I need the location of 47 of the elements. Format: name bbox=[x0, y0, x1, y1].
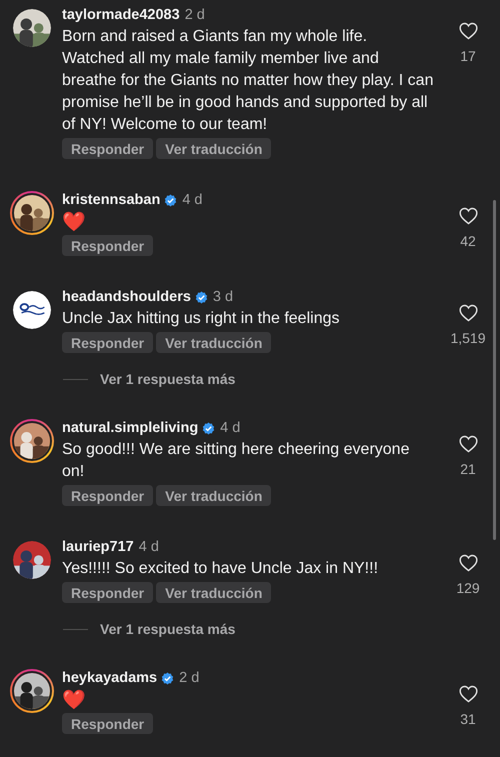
action-button[interactable]: Ver traducción bbox=[156, 485, 272, 506]
heart-icon[interactable] bbox=[458, 435, 478, 453]
comment-time: 2 d bbox=[184, 7, 205, 23]
view-replies-link[interactable]: Ver 1 respuesta más bbox=[100, 621, 236, 637]
action-button[interactable]: Ver traducción bbox=[156, 332, 272, 353]
comment-text: Uncle Jax hitting us right in the feelings bbox=[62, 309, 340, 329]
username[interactable]: natural.simpleliving bbox=[62, 420, 198, 436]
like-count: 129 bbox=[456, 580, 480, 596]
action-button[interactable]: Ver traducción bbox=[156, 138, 272, 159]
comment-text: ❤ bbox=[62, 689, 87, 711]
action-button[interactable]: Responder bbox=[62, 332, 154, 353]
logo-icon bbox=[13, 291, 51, 329]
story-ring[interactable] bbox=[10, 191, 54, 235]
like-count: 1,519 bbox=[450, 330, 486, 346]
comment-time: 4 d bbox=[220, 420, 240, 436]
comment-text: Yes!!!!! So excited to have Uncle Jax in NY!!! bbox=[62, 559, 380, 579]
comment-text: Born and raised a Giants fan my whole life. Watched all my male family member live and breathe for the Giants no matter how they play. I can promise he’ll be in good hands and supported by all of NY! Welcome to our team! bbox=[62, 27, 434, 135]
username[interactable]: lauriep717 bbox=[62, 539, 134, 555]
like-count: 31 bbox=[460, 711, 476, 727]
comment-time: 4 d bbox=[182, 192, 202, 208]
like-count: 17 bbox=[460, 48, 476, 64]
scroll-bar[interactable] bbox=[493, 200, 496, 540]
like-count: 21 bbox=[460, 461, 476, 477]
story-ring[interactable] bbox=[10, 419, 54, 463]
action-button[interactable]: Responder bbox=[62, 235, 154, 256]
action-button[interactable]: Responder bbox=[62, 138, 154, 159]
comment-time: 4 d bbox=[138, 539, 159, 555]
action-button[interactable]: Responder bbox=[62, 713, 154, 734]
username[interactable]: heykayadams bbox=[62, 670, 158, 686]
heart-icon[interactable] bbox=[458, 685, 478, 703]
view-replies-link[interactable]: Ver 1 respuesta más bbox=[100, 371, 236, 387]
heart-icon[interactable] bbox=[458, 304, 478, 322]
username[interactable]: taylormade42083 bbox=[62, 7, 180, 23]
comment-time: 2 d bbox=[179, 670, 200, 686]
comment-time: 3 d bbox=[212, 289, 234, 305]
comment-text: ❤ bbox=[62, 211, 87, 233]
heart-icon[interactable] bbox=[458, 22, 478, 40]
like-count: 42 bbox=[460, 233, 476, 249]
heart-icon[interactable] bbox=[458, 554, 478, 572]
action-button[interactable]: Responder bbox=[62, 582, 154, 603]
story-ring[interactable] bbox=[10, 669, 54, 713]
username[interactable]: headandshoulders bbox=[62, 289, 191, 305]
heart-icon[interactable] bbox=[458, 207, 478, 225]
action-button[interactable]: Ver traducción bbox=[156, 582, 272, 603]
username[interactable]: kristennsaban bbox=[62, 192, 160, 208]
action-button[interactable]: Responder bbox=[62, 485, 154, 506]
comment-text: So good!!! We are sitting here cheering everyone on! bbox=[62, 440, 410, 482]
